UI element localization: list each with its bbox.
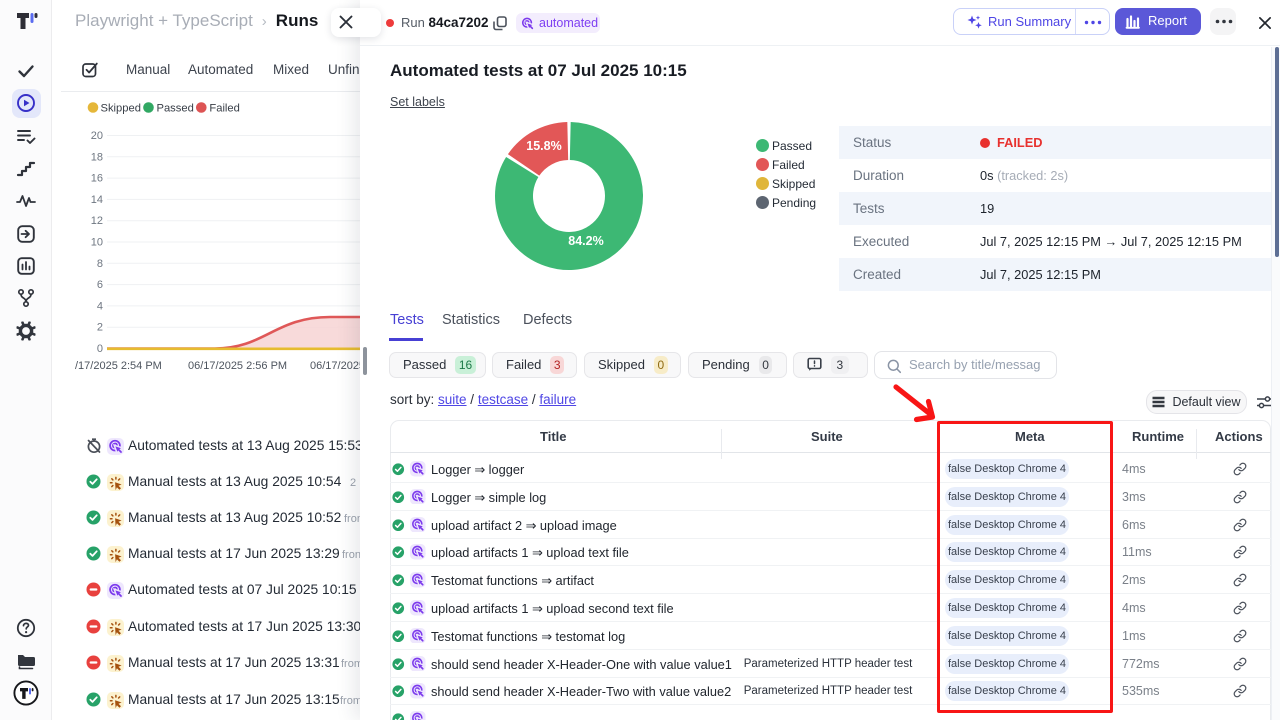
svg-text:12: 12 <box>91 215 103 227</box>
svg-text:84.2%: 84.2% <box>568 234 603 248</box>
svg-text:14: 14 <box>91 194 103 206</box>
svg-text:16: 16 <box>91 173 103 185</box>
svg-text:/17/2025 2:54 PM: /17/2025 2:54 PM <box>75 360 162 372</box>
svg-text:Passed: Passed <box>157 103 194 115</box>
svg-text:4: 4 <box>97 300 103 312</box>
svg-text:18: 18 <box>91 151 103 163</box>
svg-text:8: 8 <box>97 258 103 270</box>
svg-text:6: 6 <box>97 279 103 291</box>
svg-text:06/17/2025 2:56 PM: 06/17/2025 2:56 PM <box>188 360 287 372</box>
svg-text:20: 20 <box>91 130 103 142</box>
svg-text:2: 2 <box>97 322 103 334</box>
svg-text:15.8%: 15.8% <box>526 139 561 153</box>
svg-text:Failed: Failed <box>209 103 239 115</box>
svg-text:Skipped: Skipped <box>101 103 141 115</box>
svg-text:10: 10 <box>91 237 103 249</box>
svg-text:06/17/2025: 06/17/2025 <box>310 360 360 372</box>
svg-text:0: 0 <box>97 343 103 355</box>
